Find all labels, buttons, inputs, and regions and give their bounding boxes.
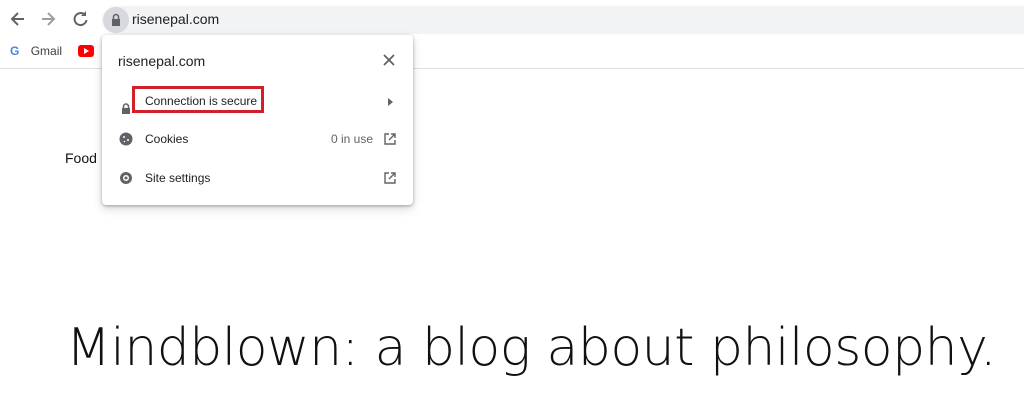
- site-info-popup: risenepal.com Connection is secure Cooki…: [102, 35, 413, 205]
- bookmark-label: Gmail: [30, 44, 63, 58]
- cookie-icon: [119, 132, 133, 146]
- external-link-icon[interactable]: [383, 132, 397, 146]
- lock-icon: [112, 13, 120, 26]
- bookmark-youtube[interactable]: [78, 45, 94, 60]
- google-icon: G: [10, 44, 20, 58]
- address-bar[interactable]: risenepal.com: [102, 6, 1024, 34]
- chevron-right-icon: [388, 98, 393, 106]
- gear-icon: [120, 172, 132, 184]
- popup-title: risenepal.com: [118, 53, 206, 69]
- back-icon[interactable]: [8, 9, 28, 29]
- cookies-count: 0 in use: [331, 132, 374, 146]
- bookmark-gmail[interactable]: G Gmail: [10, 44, 62, 58]
- cookies-row[interactable]: Cookies 0 in use: [102, 129, 413, 167]
- browser-toolbar: risenepal.com: [0, 0, 1024, 38]
- site-info-button[interactable]: [103, 7, 129, 33]
- reload-icon[interactable]: [70, 9, 90, 29]
- row-label: Connection is secure: [145, 94, 258, 108]
- row-label: Site settings: [145, 171, 211, 185]
- connection-secure-row[interactable]: Connection is secure: [102, 86, 413, 129]
- close-icon[interactable]: [381, 52, 397, 68]
- row-label: Cookies: [145, 132, 189, 146]
- site-settings-row[interactable]: Site settings: [102, 168, 413, 206]
- external-link-icon[interactable]: [383, 171, 397, 185]
- forward-icon[interactable]: [38, 9, 58, 29]
- youtube-icon: [78, 45, 94, 57]
- page-food-text: Food: [65, 150, 97, 166]
- url-text: risenepal.com: [132, 11, 220, 27]
- page-headline: Mindblown: a blog about philosophy.: [66, 318, 996, 378]
